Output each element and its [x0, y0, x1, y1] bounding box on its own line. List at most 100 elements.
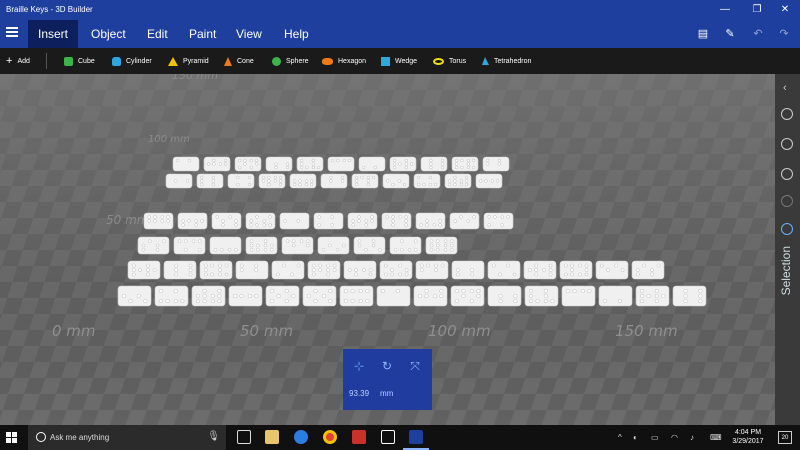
- braille-key[interactable]: [265, 285, 300, 307]
- scale-icon[interactable]: ⤧: [408, 359, 422, 373]
- braille-key[interactable]: [127, 260, 161, 280]
- tray-chevron-icon[interactable]: ^: [618, 433, 622, 442]
- braille-key[interactable]: [524, 285, 559, 307]
- braille-key[interactable]: [209, 236, 242, 255]
- braille-key[interactable]: [487, 260, 521, 280]
- pin-icon[interactable]: ✎: [722, 26, 738, 42]
- collapse-chevron-icon[interactable]: ‹: [783, 82, 787, 94]
- insert-pyramid-button[interactable]: Pyramid: [168, 48, 209, 74]
- braille-key[interactable]: [450, 285, 485, 307]
- braille-key[interactable]: [389, 156, 417, 172]
- braille-key[interactable]: [339, 285, 374, 307]
- tab-view[interactable]: View: [226, 20, 272, 48]
- braille-key[interactable]: [196, 173, 224, 189]
- braille-key[interactable]: [296, 156, 324, 172]
- chrome-icon[interactable]: [323, 430, 337, 444]
- braille-key[interactable]: [444, 173, 472, 189]
- braille-key[interactable]: [343, 260, 377, 280]
- braille-key[interactable]: [413, 285, 448, 307]
- object-icon[interactable]: [781, 108, 793, 120]
- compass-icon[interactable]: [781, 168, 793, 180]
- braille-key[interactable]: [154, 285, 189, 307]
- print-icon[interactable]: ▤: [695, 26, 711, 42]
- object-icon[interactable]: [781, 138, 793, 150]
- insert-tetrahedron-button[interactable]: Tetrahedron: [482, 48, 531, 74]
- braille-key[interactable]: [289, 173, 317, 189]
- braille-key[interactable]: [172, 156, 200, 172]
- search-box[interactable]: Ask me anything 🎙: [28, 425, 226, 450]
- insert-sphere-button[interactable]: Sphere: [272, 48, 309, 74]
- volume-icon[interactable]: ♪: [690, 433, 694, 442]
- braille-key[interactable]: [271, 260, 305, 280]
- braille-key[interactable]: [358, 156, 386, 172]
- network-icon[interactable]: ◐: [633, 433, 638, 442]
- braille-key[interactable]: [165, 173, 193, 189]
- hamburger-menu-icon[interactable]: [6, 27, 18, 39]
- selection-icon[interactable]: [781, 223, 793, 235]
- braille-key[interactable]: [598, 285, 633, 307]
- braille-key[interactable]: [313, 212, 344, 230]
- move-icon[interactable]: ⊹: [352, 359, 366, 373]
- 3d-builder-icon[interactable]: [409, 430, 423, 444]
- tab-help[interactable]: Help: [274, 20, 319, 48]
- braille-key[interactable]: [235, 260, 269, 280]
- add-button[interactable]: + Add: [6, 48, 30, 74]
- braille-key[interactable]: [117, 285, 152, 307]
- braille-key[interactable]: [559, 260, 593, 280]
- task-view-icon[interactable]: [237, 430, 251, 444]
- braille-key[interactable]: [376, 285, 411, 307]
- microphone-icon[interactable]: 🎙: [207, 431, 220, 442]
- braille-key[interactable]: [245, 236, 278, 255]
- scale-value[interactable]: 93.39: [349, 389, 369, 398]
- maximize-button[interactable]: ❐: [742, 0, 772, 20]
- braille-key[interactable]: [451, 156, 479, 172]
- braille-key[interactable]: [327, 156, 355, 172]
- braille-key[interactable]: [415, 260, 449, 280]
- insert-torus-button[interactable]: Torus: [433, 48, 466, 74]
- braille-key[interactable]: [307, 260, 341, 280]
- braille-key[interactable]: [382, 173, 410, 189]
- wifi-icon[interactable]: ◠: [671, 433, 678, 442]
- braille-key[interactable]: [353, 236, 386, 255]
- store-icon[interactable]: [381, 430, 395, 444]
- edge-icon[interactable]: [294, 430, 308, 444]
- braille-key[interactable]: [199, 260, 233, 280]
- braille-key[interactable]: [228, 285, 263, 307]
- braille-key[interactable]: [258, 173, 286, 189]
- braille-key[interactable]: [487, 285, 522, 307]
- braille-key[interactable]: [302, 285, 337, 307]
- braille-key[interactable]: [561, 285, 596, 307]
- braille-key[interactable]: [191, 285, 226, 307]
- tab-insert[interactable]: Insert: [28, 20, 79, 48]
- braille-key[interactable]: [413, 173, 441, 189]
- insert-wedge-button[interactable]: Wedge: [381, 48, 417, 74]
- braille-key[interactable]: [523, 260, 557, 280]
- braille-key[interactable]: [211, 212, 242, 230]
- braille-key[interactable]: [351, 173, 379, 189]
- braille-key[interactable]: [475, 173, 503, 189]
- braille-key[interactable]: [449, 212, 480, 230]
- circle-icon[interactable]: [781, 195, 793, 207]
- insert-cylinder-button[interactable]: Cylinder: [112, 48, 152, 74]
- braille-key[interactable]: [482, 156, 510, 172]
- braille-key[interactable]: [279, 212, 310, 230]
- braille-key[interactable]: [281, 236, 314, 255]
- braille-key[interactable]: [320, 173, 348, 189]
- braille-key[interactable]: [389, 236, 422, 255]
- braille-key[interactable]: [317, 236, 350, 255]
- braille-key[interactable]: [420, 156, 448, 172]
- battery-icon[interactable]: ▭: [651, 433, 659, 442]
- redo-icon[interactable]: ↷: [776, 26, 792, 42]
- close-button[interactable]: ✕: [770, 0, 800, 20]
- braille-key[interactable]: [245, 212, 276, 230]
- braille-key[interactable]: [173, 236, 206, 255]
- braille-key[interactable]: [415, 212, 446, 230]
- keyboard-icon[interactable]: ⌨: [710, 433, 722, 442]
- tab-paint[interactable]: Paint: [179, 20, 226, 48]
- start-button[interactable]: [6, 432, 18, 444]
- braille-key[interactable]: [595, 260, 629, 280]
- braille-key[interactable]: [451, 260, 485, 280]
- braille-key[interactable]: [203, 156, 231, 172]
- undo-icon[interactable]: ↶: [750, 26, 766, 42]
- braille-key[interactable]: [483, 212, 514, 230]
